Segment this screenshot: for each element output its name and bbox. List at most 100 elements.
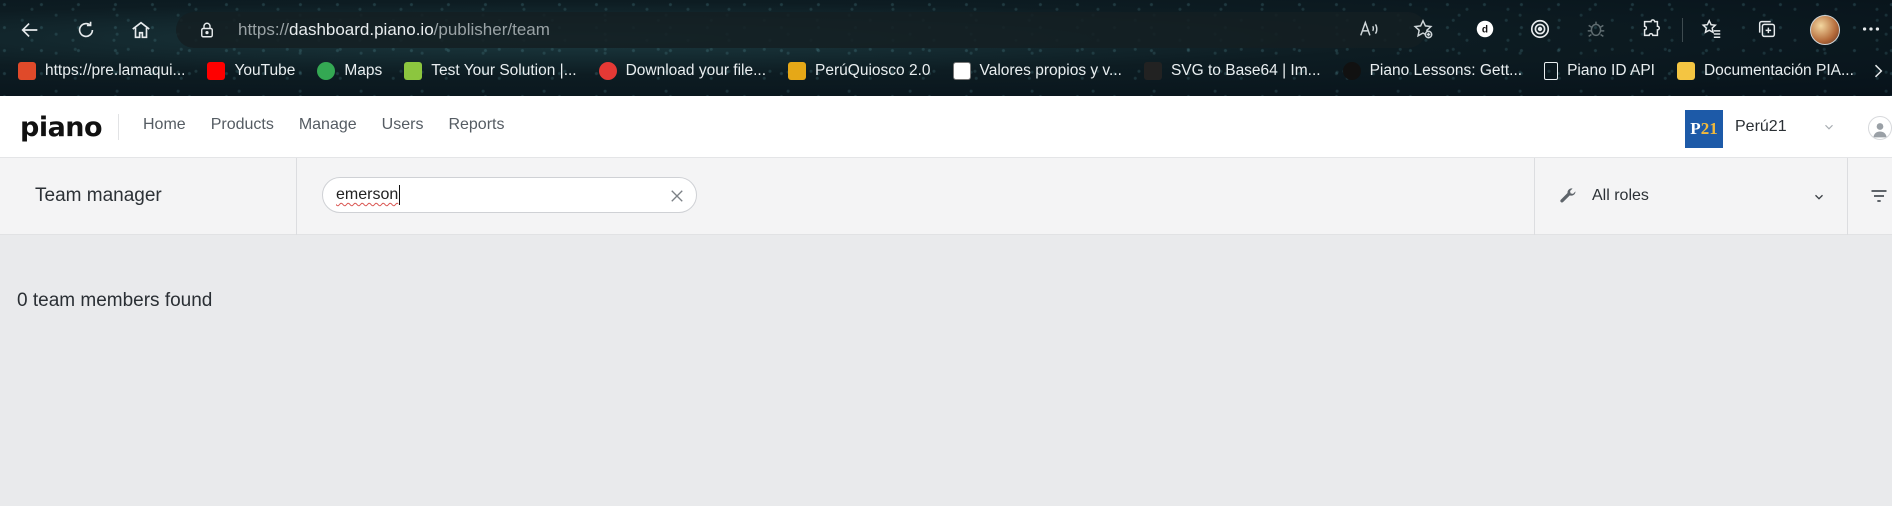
folder-icon <box>1676 62 1695 80</box>
matrix-icon <box>952 62 971 80</box>
bookmark-item[interactable]: https://pre.lamaqui... <box>18 62 185 80</box>
bookmark-item[interactable]: Piano ID API <box>1544 62 1655 80</box>
home-button[interactable] <box>125 14 157 46</box>
extensions-button[interactable] <box>1636 14 1666 44</box>
clear-search-icon[interactable] <box>668 187 686 205</box>
browser-chrome: https://dashboard.piano.io/publisher/tea… <box>0 0 1892 96</box>
add-favorite-button[interactable] <box>1408 14 1438 44</box>
toolbar-divider <box>1682 18 1683 42</box>
lamaquina-icon <box>18 62 36 80</box>
nav-manage[interactable]: Manage <box>299 116 357 134</box>
ellipsis-icon <box>1862 27 1880 31</box>
youtube-icon <box>207 62 226 80</box>
bookmarks-bar: https://pre.lamaqui... YouTube Maps Test Yo… <box>0 56 1892 86</box>
main-nav: Home Products Manage Users Reports <box>143 116 529 134</box>
star-add-icon <box>1413 19 1433 39</box>
url-path: /publisher/team <box>433 20 550 39</box>
nav-reports[interactable]: Reports <box>448 116 504 134</box>
results-count: 0 team members found <box>17 290 213 311</box>
bookmark-item[interactable]: Valores propios y v... <box>952 62 1122 80</box>
bookmark-label: YouTube <box>234 62 296 79</box>
bookmark-label: Test Your Solution |... <box>431 62 577 79</box>
nav-users[interactable]: Users <box>382 116 424 134</box>
logo-divider <box>118 114 119 140</box>
page-icon <box>1544 62 1559 80</box>
filter-icon[interactable] <box>1868 186 1890 206</box>
home-icon <box>132 21 150 39</box>
toolbar-divider <box>296 158 297 235</box>
bookmark-label: Maps <box>344 62 383 79</box>
svg-text:d: d <box>1482 25 1488 36</box>
bookmark-label: Piano ID API <box>1567 62 1655 79</box>
read-aloud-icon <box>1360 20 1378 36</box>
bookmarks-overflow-chevron-icon[interactable] <box>1868 61 1888 81</box>
bookmark-item[interactable]: PerúQuiosco 2.0 <box>788 62 931 80</box>
bookmark-item[interactable]: Documentación PIA... <box>1676 62 1854 80</box>
extension-bug-button[interactable] <box>1581 14 1611 44</box>
quiosco-icon <box>788 62 807 80</box>
nav-home[interactable]: Home <box>143 116 186 134</box>
more-menu-button[interactable] <box>1856 14 1886 44</box>
bookmark-label: https://pre.lamaqui... <box>45 62 186 79</box>
lock-icon[interactable] <box>198 21 216 39</box>
roles-filter-label: All roles <box>1592 187 1649 204</box>
extension-target-button[interactable] <box>1525 14 1555 44</box>
team-results-area: 0 team members found <box>0 235 1892 506</box>
bookmark-label: PerúQuiosco 2.0 <box>815 62 931 79</box>
page-bottom <box>0 506 1892 510</box>
bookmark-label: Valores propios y v... <box>979 62 1122 79</box>
bookmark-item[interactable]: Piano Lessons: Gett... <box>1342 62 1523 80</box>
bookmark-item[interactable]: Download your file... <box>598 62 767 80</box>
bookmark-label: SVG to Base64 | Im... <box>1170 62 1321 79</box>
read-aloud-button[interactable] <box>1354 14 1384 44</box>
chevron-down-icon[interactable] <box>1822 120 1836 134</box>
publisher-badge[interactable]: P 21 <box>1685 110 1723 148</box>
collections-button[interactable] <box>1752 14 1782 44</box>
toolbar-divider <box>1847 158 1848 235</box>
team-toolbar: Team manager emerson All roles <box>0 158 1892 235</box>
publisher-name[interactable]: Perú21 <box>1735 118 1787 136</box>
d-extension-icon: d <box>1476 20 1494 38</box>
maps-icon <box>317 62 336 80</box>
refresh-icon <box>78 21 94 38</box>
svg-tool-icon <box>1143 62 1162 80</box>
bookmark-item[interactable]: Maps <box>317 62 382 80</box>
search-input[interactable]: emerson <box>322 177 697 213</box>
toolbar-divider <box>1534 158 1535 235</box>
back-button[interactable] <box>14 14 46 46</box>
chevron-down-icon <box>1815 194 1823 200</box>
bookmark-item[interactable]: YouTube <box>207 62 295 80</box>
bookmark-item[interactable]: SVG to Base64 | Im... <box>1143 62 1321 80</box>
piano-logo[interactable]: piano <box>20 112 103 143</box>
bookmark-label: Download your file... <box>625 62 767 79</box>
collections-icon <box>1758 20 1776 38</box>
roles-filter-dropdown[interactable]: All roles <box>1558 185 1823 209</box>
bookmark-item[interactable]: Test Your Solution |... <box>404 62 577 80</box>
publisher-badge-letter: P <box>1690 119 1701 138</box>
search-value[interactable]: emerson <box>336 186 398 204</box>
puzzle-icon <box>1643 19 1660 37</box>
app-header: piano Home Products Manage Users Reports… <box>0 96 1892 158</box>
extension-d-button[interactable]: d <box>1470 14 1500 44</box>
url-domain: dashboard.piano.io <box>289 20 434 39</box>
favorites-button[interactable] <box>1697 14 1727 44</box>
bookmark-label: Piano Lessons: Gett... <box>1369 62 1523 79</box>
user-icon <box>1873 123 1887 138</box>
url-scheme: https:// <box>238 20 290 39</box>
u-icon <box>404 62 423 80</box>
page-title: Team manager <box>35 185 162 206</box>
text-caret <box>399 185 400 205</box>
address-bar[interactable]: https://dashboard.piano.io/publisher/tea… <box>176 12 1426 48</box>
download-icon <box>598 62 617 80</box>
user-account-button[interactable] <box>1868 116 1892 140</box>
back-arrow-icon <box>21 22 38 38</box>
profile-avatar[interactable] <box>1810 15 1840 45</box>
favorites-list-icon <box>1701 19 1721 38</box>
refresh-button[interactable] <box>70 14 102 46</box>
bookmark-label: Documentación PIA... <box>1703 62 1854 79</box>
nav-products[interactable]: Products <box>211 116 274 134</box>
url-text[interactable]: https://dashboard.piano.io/publisher/tea… <box>238 20 550 40</box>
publisher-badge-number: 21 <box>1700 119 1718 138</box>
piano-lessons-icon <box>1342 62 1361 80</box>
wrench-icon <box>1560 188 1576 203</box>
